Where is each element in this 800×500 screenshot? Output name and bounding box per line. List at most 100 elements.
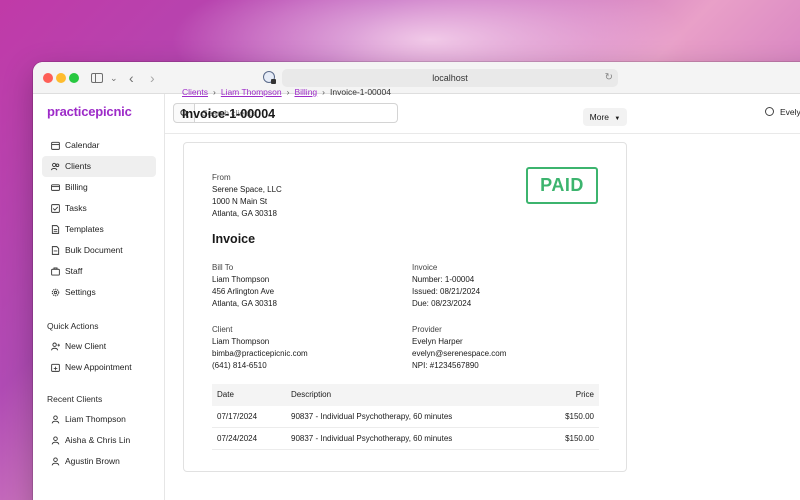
invoice-heading: Invoice xyxy=(212,232,256,246)
reload-icon[interactable]: ↻ xyxy=(605,69,613,87)
recent-clients-heading: Recent Clients xyxy=(47,394,103,404)
sidebar-item-label: New Client xyxy=(65,341,107,351)
sidebar-item-label: Tasks xyxy=(65,203,87,213)
calendar-plus-icon xyxy=(51,363,60,372)
templates-icon xyxy=(51,225,60,234)
row-price: $150.00 xyxy=(565,434,594,443)
row-description: 90837 - Individual Psychotherapy, 60 min… xyxy=(291,434,453,443)
user-plus-icon xyxy=(51,342,60,351)
breadcrumb-billing-link[interactable]: Billing xyxy=(294,87,317,97)
sidebar-item-label: Templates xyxy=(65,224,104,234)
quick-actions-heading: Quick Actions xyxy=(47,321,99,331)
app-logo[interactable]: practicepicnic xyxy=(47,104,132,119)
column-header-price: Price xyxy=(575,390,594,399)
user-name: Evelyn xyxy=(780,107,800,117)
privacy-shield-icon[interactable] xyxy=(263,71,276,84)
row-description: 90837 - Individual Psychotherapy, 60 min… xyxy=(291,412,453,421)
client-label: Client xyxy=(212,325,233,334)
more-button-label: More xyxy=(589,112,610,122)
row-price: $150.00 xyxy=(565,412,594,421)
bill-to-address-line2: Atlanta, GA 30318 xyxy=(212,299,277,308)
sidebar-item-billing[interactable]: Billing xyxy=(42,177,156,198)
more-button[interactable]: More ▼ xyxy=(583,108,627,126)
billing-icon xyxy=(51,184,60,191)
sidebar-item-label: Bulk Document xyxy=(65,245,123,255)
sidebar-item-label: New Appointment xyxy=(65,362,132,372)
sidebar-item-templates[interactable]: Templates xyxy=(42,219,156,240)
back-arrow-icon[interactable]: ‹ xyxy=(129,69,134,87)
provider-npi: NPI: #1234567890 xyxy=(412,361,479,370)
browser-titlebar: ⌄ ‹ › localhost ↻ xyxy=(33,62,800,94)
sidebar-item-clients[interactable]: Clients xyxy=(42,156,156,177)
breadcrumb-separator: › xyxy=(212,87,216,97)
clients-icon xyxy=(51,162,60,171)
breadcrumb: Clients › Liam Thompson › Billing › Invoice-1-… xyxy=(182,87,391,97)
sidebar-item-tasks[interactable]: Tasks xyxy=(42,198,156,219)
page-title: Invoice-1-00004 xyxy=(182,107,276,121)
sidebar-item-label: Billing xyxy=(65,182,88,192)
row-date: 07/17/2024 xyxy=(217,412,258,421)
bill-to-name: Liam Thompson xyxy=(212,275,270,284)
recent-client-aisha-chris-lin[interactable]: Aisha & Chris Lin xyxy=(42,430,156,451)
sidebar-item-label: Aisha & Chris Lin xyxy=(65,435,131,445)
calendar-icon xyxy=(51,141,60,150)
breadcrumb-separator: › xyxy=(286,87,290,97)
recent-client-agustin-brown[interactable]: Agustin Brown xyxy=(42,451,156,472)
sidebar-item-bulk-document[interactable]: Bulk Document xyxy=(42,240,156,261)
sidebar-item-label: Liam Thompson xyxy=(65,414,126,424)
person-icon xyxy=(51,436,60,445)
from-label: From xyxy=(212,173,231,182)
from-name: Serene Space, LLC xyxy=(212,185,282,194)
invoice-number: Number: 1-00004 xyxy=(412,275,475,284)
sidebar-toggle-icon[interactable] xyxy=(91,73,103,83)
sidebar: practicepicnic Calendar Clients Billing … xyxy=(33,94,165,500)
minimize-window-button[interactable] xyxy=(56,73,66,83)
sidebar-item-staff[interactable]: Staff xyxy=(42,261,156,282)
breadcrumb-client-link[interactable]: Liam Thompson xyxy=(221,87,282,97)
provider-email: evelyn@serenespace.com xyxy=(412,349,507,358)
zoom-window-button[interactable] xyxy=(69,73,79,83)
person-icon xyxy=(51,415,60,424)
breadcrumb-clients-link[interactable]: Clients xyxy=(182,87,208,97)
invoice-issued-date: Issued: 08/21/2024 xyxy=(412,287,481,296)
bill-to-address-line1: 456 Arlington Ave xyxy=(212,287,275,296)
quick-action-new-appointment[interactable]: New Appointment xyxy=(42,357,156,378)
provider-label: Provider xyxy=(412,325,442,334)
invoice-due-date: Due: 08/23/2024 xyxy=(412,299,472,308)
invoice-card: PAID From Serene Space, LLC 1000 N Main … xyxy=(183,142,627,472)
column-header-description: Description xyxy=(291,390,332,399)
tasks-icon xyxy=(51,204,60,213)
sidebar-item-label: Calendar xyxy=(65,140,100,150)
sidebar-item-calendar[interactable]: Calendar xyxy=(42,135,156,156)
close-window-button[interactable] xyxy=(43,73,53,83)
person-icon xyxy=(51,457,60,466)
breadcrumb-separator: › xyxy=(322,87,325,97)
row-date: 07/24/2024 xyxy=(217,434,258,443)
user-avatar-icon xyxy=(765,107,774,116)
forward-arrow-icon[interactable]: › xyxy=(150,69,155,87)
bill-to-label: Bill To xyxy=(212,263,234,272)
from-address-line1: 1000 N Main St xyxy=(212,197,268,206)
sidebar-item-label: Staff xyxy=(65,266,83,276)
client-email: bimba@practicepicnic.com xyxy=(212,349,308,358)
breadcrumb-current: Invoice-1-00004 xyxy=(330,87,391,97)
recent-client-liam-thompson[interactable]: Liam Thompson xyxy=(42,409,156,430)
table-row: 07/17/2024 90837 - Individual Psychother… xyxy=(212,406,599,428)
user-menu[interactable]: Evelyn xyxy=(765,107,800,117)
from-address-line2: Atlanta, GA 30318 xyxy=(212,209,277,218)
provider-name: Evelyn Harper xyxy=(412,337,463,346)
table-row: 07/24/2024 90837 - Individual Psychother… xyxy=(212,428,599,450)
quick-action-new-client[interactable]: New Client xyxy=(42,336,156,357)
paid-status-stamp: PAID xyxy=(526,167,598,204)
client-name: Liam Thompson xyxy=(212,337,270,346)
invoice-info-label: Invoice xyxy=(412,263,438,272)
line-items-table-header: Date Description Price xyxy=(212,384,599,406)
caret-down-icon: ▼ xyxy=(614,116,621,122)
sidebar-item-label: Agustin Brown xyxy=(65,456,120,466)
sidebar-item-label: Settings xyxy=(65,287,96,297)
sidebar-item-settings[interactable]: Settings xyxy=(42,282,156,303)
address-bar[interactable]: localhost ↻ xyxy=(282,69,618,87)
column-header-date: Date xyxy=(217,390,234,399)
chevron-down-icon[interactable]: ⌄ xyxy=(110,69,118,87)
staff-icon xyxy=(51,267,60,276)
